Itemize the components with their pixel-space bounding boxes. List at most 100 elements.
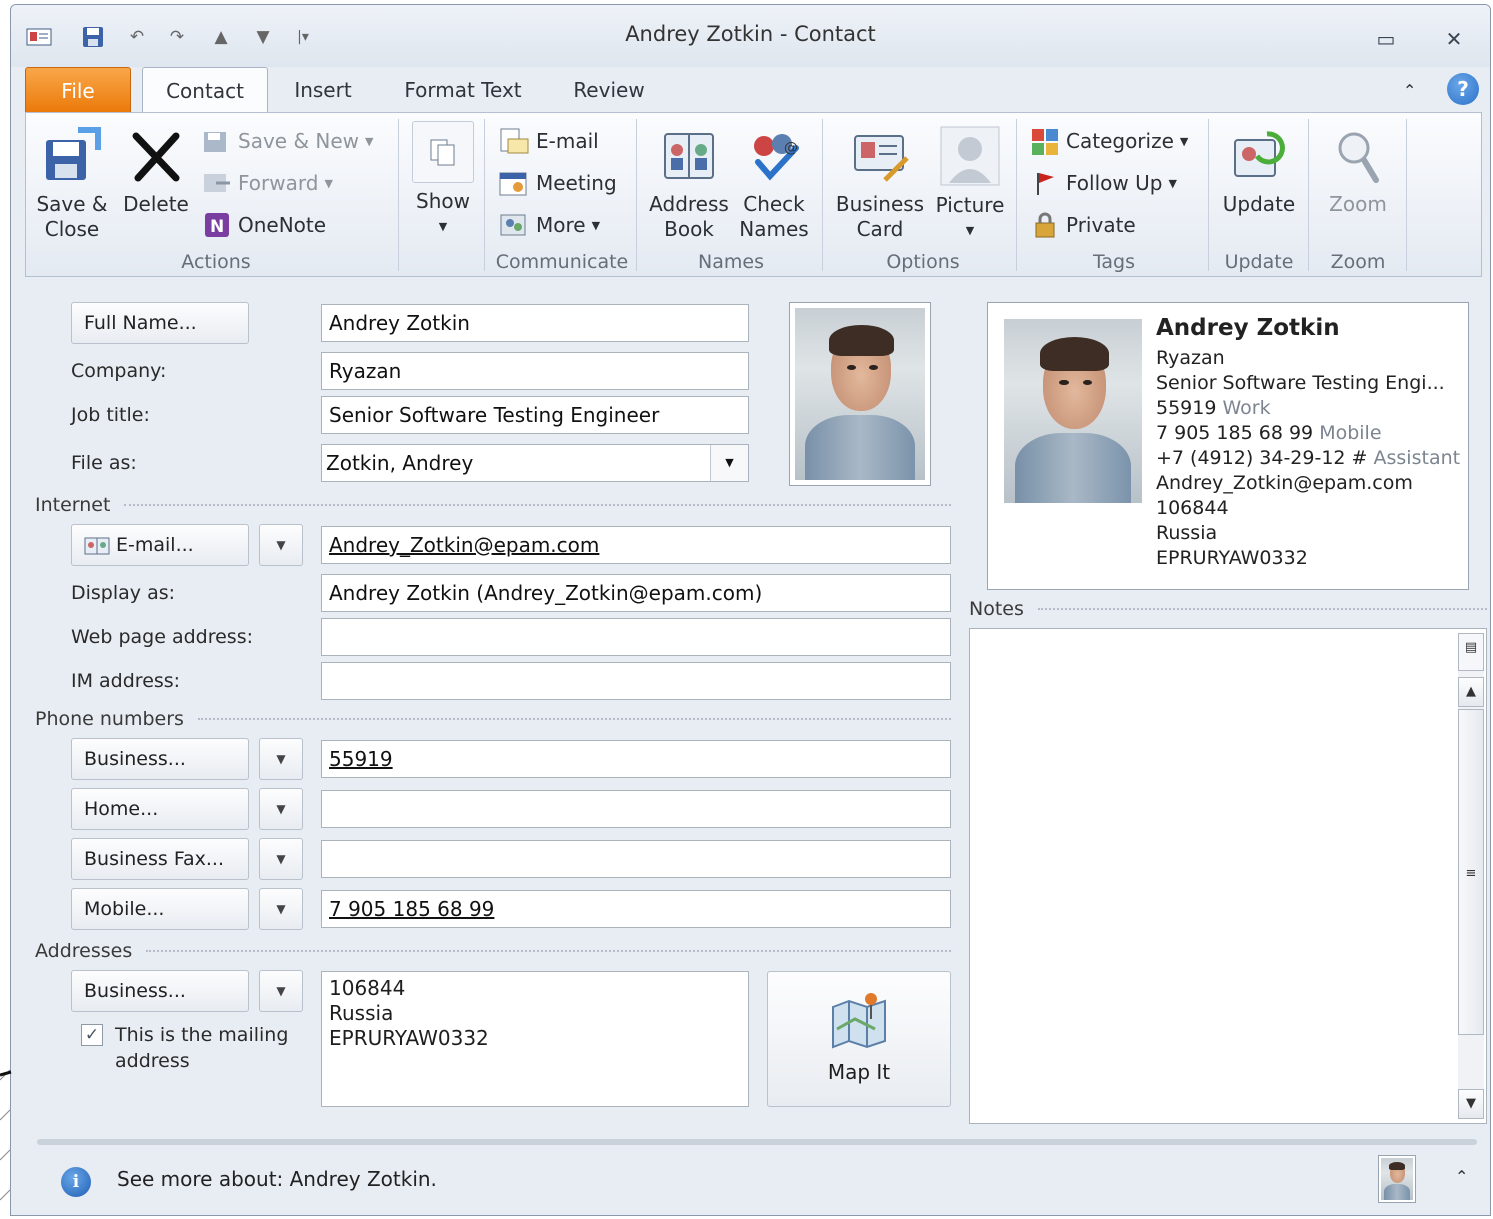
more-label: More [536, 213, 586, 237]
people-pane-photo[interactable] [1378, 1155, 1416, 1203]
ribbon-separator [398, 119, 399, 271]
scroll-down-icon[interactable]: ▼ [1458, 1089, 1484, 1119]
address-book-icon [659, 123, 719, 189]
more-button[interactable]: More ▼ [498, 209, 600, 241]
group-label-update: Update [1224, 251, 1294, 273]
map-it-button[interactable]: Map It [767, 971, 951, 1107]
tab-contact[interactable]: Contact [142, 67, 268, 113]
ribbon-separator [1208, 119, 1209, 271]
people-pane-divider[interactable] [37, 1139, 1477, 1145]
scroll-up-icon[interactable]: ▲ [1458, 677, 1484, 707]
address-type-button[interactable]: Business... [71, 970, 249, 1012]
forward-button[interactable]: Forward ▼ [202, 167, 333, 199]
expand-people-pane-icon[interactable]: ⌃ [1455, 1167, 1468, 1186]
home-phone-button[interactable]: Home... [71, 788, 249, 830]
zoom-button[interactable]: Zoom [1316, 123, 1400, 217]
tab-file[interactable]: File [25, 67, 131, 113]
mailing-address-label-line2: address [115, 1050, 190, 1072]
tab-review[interactable]: Review [561, 67, 657, 113]
addresses-section: Addresses [35, 940, 951, 962]
company-field[interactable]: Ryazan [321, 352, 749, 390]
full-name-button[interactable]: Full Name... [71, 302, 249, 344]
chevron-down-icon[interactable]: ▼ [710, 445, 748, 481]
email-type-dropdown[interactable]: ▼ [259, 524, 303, 566]
categorize-button[interactable]: Categorize ▼ [1030, 125, 1188, 157]
contact-photo-image [795, 308, 925, 480]
card-country: Russia [1156, 522, 1218, 544]
contact-photo[interactable] [789, 302, 931, 486]
display-as-field[interactable]: Andrey Zotkin (Andrey_Zotkin@epam.com) [321, 574, 951, 612]
check-names-button[interactable]: @ Check Names [734, 123, 814, 242]
address-field[interactable]: 106844 Russia EPRURYAW0332 [321, 971, 749, 1107]
notes-section-label: Notes [969, 598, 1024, 620]
ribbon-separator [484, 119, 485, 271]
address-book-button[interactable]: Address Book [646, 123, 732, 242]
notes-section: Notes [969, 598, 1487, 620]
minimize-ribbon-icon[interactable]: ⌃ [1403, 81, 1416, 100]
follow-up-label: Follow Up [1066, 171, 1163, 195]
see-more-text[interactable]: See more about: Andrey Zotkin. [117, 1167, 437, 1191]
notes-field[interactable]: ▤ ▲ ≡ ▼ [969, 628, 1487, 1124]
chevron-down-icon: ▼ [276, 802, 286, 816]
chevron-down-icon: ▼ [276, 852, 286, 866]
business-fax-field[interactable] [321, 840, 951, 878]
private-button[interactable]: Private [1030, 209, 1136, 241]
home-phone-field[interactable] [321, 790, 951, 828]
tab-insert[interactable]: Insert [283, 67, 363, 113]
delete-button[interactable]: Delete [118, 123, 194, 217]
business-fax-dropdown[interactable]: ▼ [259, 838, 303, 880]
delete-label: Delete [123, 192, 189, 216]
card-company: Ryazan [1156, 347, 1225, 369]
file-as-select[interactable]: Zotkin, Andrey ▼ [321, 444, 749, 482]
business-phone-dropdown[interactable]: ▼ [259, 738, 303, 780]
file-as-label: File as: [71, 452, 137, 474]
email-label: E-mail [536, 129, 599, 153]
mailing-address-checkbox[interactable]: ✓ [81, 1024, 103, 1046]
web-page-field[interactable] [321, 618, 951, 656]
help-icon[interactable]: ? [1447, 73, 1479, 105]
onenote-button[interactable]: N OneNote [202, 209, 326, 241]
svg-text:@: @ [784, 140, 798, 156]
tab-format-text[interactable]: Format Text [391, 67, 535, 113]
mobile-phone-field[interactable]: 7 905 185 68 99 [321, 890, 951, 928]
picture-button[interactable]: Picture ▼ [932, 123, 1008, 243]
address-book-label-2: Book [664, 217, 714, 241]
im-address-field[interactable] [321, 662, 951, 700]
email-button[interactable]: E-mail [498, 125, 599, 157]
zoom-label: Zoom [1329, 192, 1387, 216]
job-title-field[interactable]: Senior Software Testing Engineer [321, 396, 749, 434]
contact-form: Full Name... Andrey Zotkin Company: Ryaz… [25, 280, 1487, 1130]
save-new-button[interactable]: Save & New ▼ [202, 125, 374, 157]
email-field[interactable]: Andrey_Zotkin@epam.com [321, 526, 951, 564]
full-name-field[interactable]: Andrey Zotkin [321, 304, 749, 342]
update-button[interactable]: Update [1216, 123, 1302, 217]
meeting-button[interactable]: Meeting [498, 167, 617, 199]
ribbon-separator [1016, 119, 1017, 271]
close-icon[interactable]: ✕ [1439, 27, 1469, 53]
scroll-thumb[interactable]: ≡ [1458, 709, 1484, 1035]
business-phone-field[interactable]: 55919 [321, 740, 951, 778]
address-book-label-1: Address [649, 192, 729, 216]
mobile-phone-button[interactable]: Mobile... [71, 888, 249, 930]
home-phone-dropdown[interactable]: ▼ [259, 788, 303, 830]
business-fax-button[interactable]: Business Fax... [71, 838, 249, 880]
business-card-icon [849, 123, 911, 189]
business-card-label-1: Business [835, 192, 925, 216]
window-title: Andrey Zotkin - Contact [625, 22, 876, 46]
follow-up-button[interactable]: Follow Up ▼ [1030, 167, 1177, 199]
meeting-icon [498, 169, 530, 197]
address-type-dropdown[interactable]: ▼ [259, 970, 303, 1012]
group-label-zoom: Zoom [1330, 251, 1386, 273]
card-photo-image [1004, 319, 1142, 503]
save-close-button[interactable]: Save & Close [32, 123, 112, 242]
business-card-button[interactable]: Business Card [832, 123, 928, 242]
mobile-phone-dropdown[interactable]: ▼ [259, 888, 303, 930]
email-picker-button[interactable]: E-mail... [71, 524, 249, 566]
split-icon[interactable]: ▤ [1458, 633, 1484, 671]
restore-icon[interactable]: ▭ [1371, 27, 1401, 53]
business-phone-button[interactable]: Business... [71, 738, 249, 780]
show-button[interactable]: Show ▼ [408, 121, 478, 239]
notes-scrollbar[interactable]: ▤ ▲ ≡ ▼ [1458, 633, 1484, 1119]
card-work-number: 55919 [1156, 397, 1217, 419]
business-card-preview[interactable]: Andrey Zotkin Ryazan Senior Software Tes… [987, 302, 1469, 590]
